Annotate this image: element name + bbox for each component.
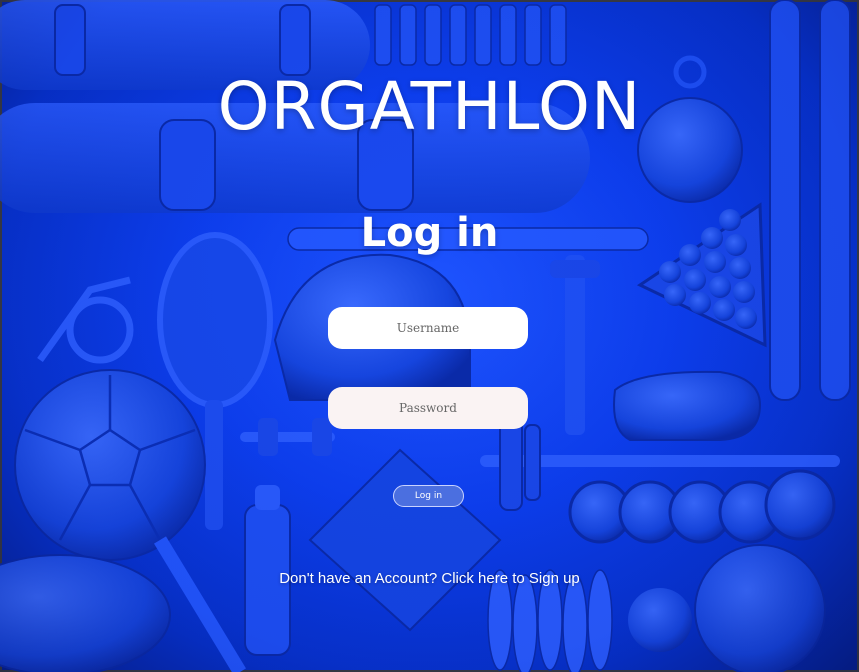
login-page: ORGATHLON Log in Log in Don't have an Ac… <box>0 0 859 672</box>
signup-link[interactable]: Don't have an Account? Click here to Sig… <box>0 570 859 587</box>
login-button[interactable]: Log in <box>393 485 464 507</box>
password-input[interactable] <box>328 387 528 429</box>
username-input[interactable] <box>328 307 528 349</box>
app-title: ORGATHLON <box>217 68 642 145</box>
login-heading: Log in <box>360 210 499 256</box>
